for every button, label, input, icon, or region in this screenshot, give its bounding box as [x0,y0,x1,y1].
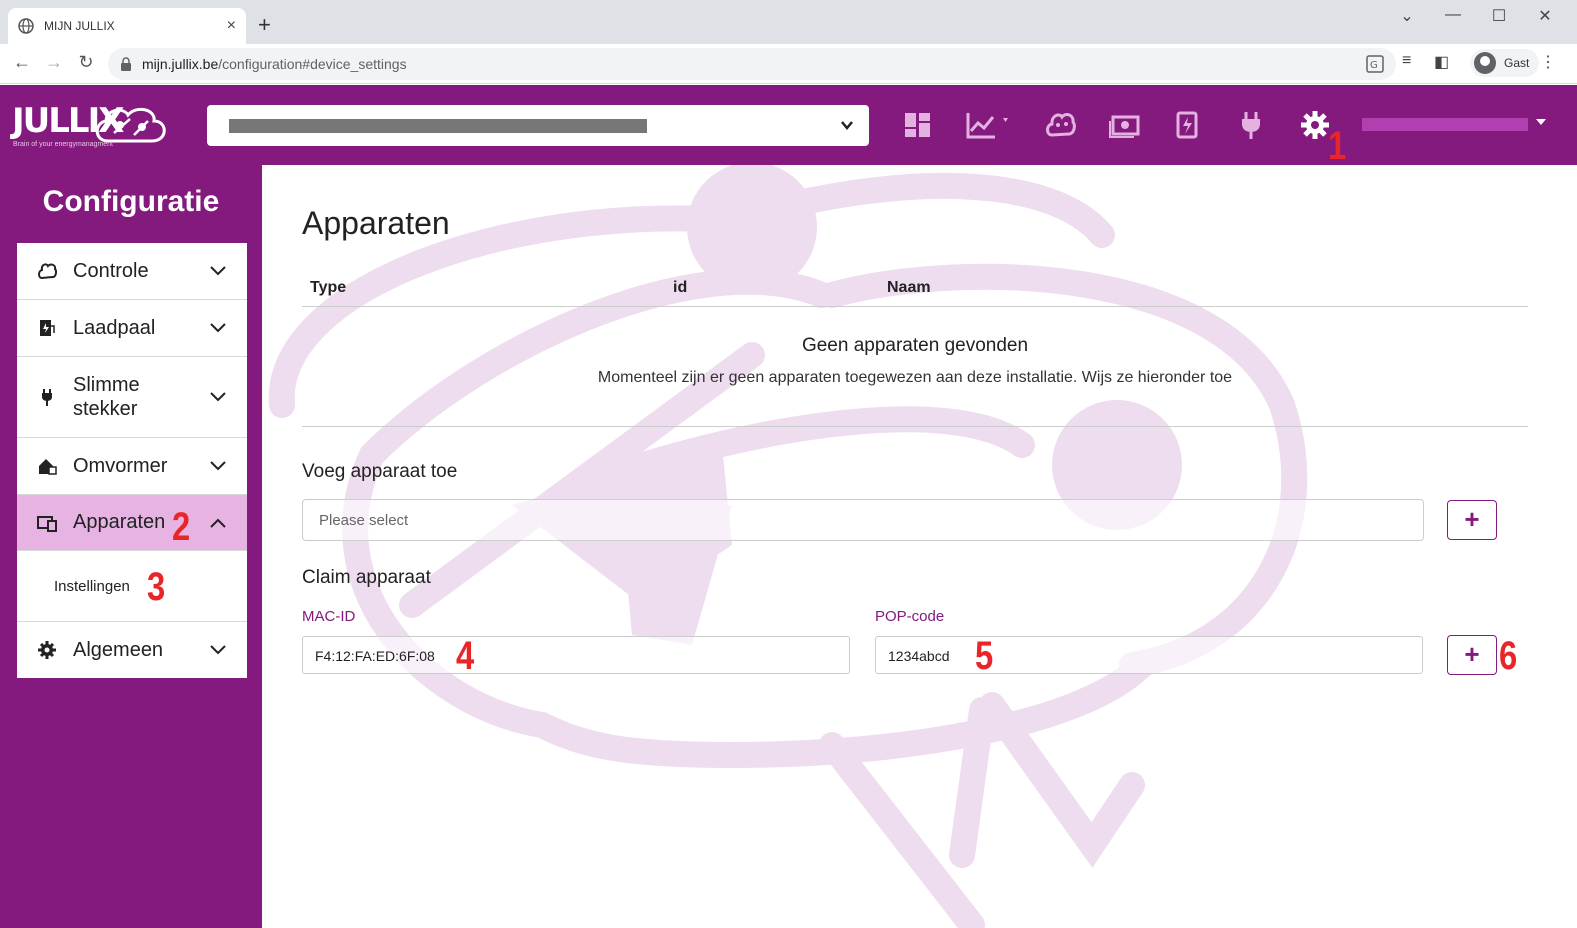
profile-name: Gast [1504,56,1530,70]
charging-station-icon [40,320,55,336]
page-title: Apparaten [302,205,450,241]
back-icon[interactable]: ← [10,52,34,73]
translate-icon[interactable]: G [1366,55,1384,73]
sidebar-item-slimme-stekker[interactable]: Slimme stekker [17,357,247,438]
sidebar-item-apparaten[interactable]: Apparaten 2 [17,495,247,551]
sidebar-item-label: Apparaten [73,511,166,533]
url-path: /configuration#device_settings [218,56,407,72]
reload-icon[interactable]: ↻ [74,52,98,73]
annotation-6: 6 [1499,634,1518,678]
chevron-down-icon [210,266,226,276]
annotation-1: 1 [1328,124,1347,168]
gear-icon [38,641,56,659]
chevron-up-icon [210,518,226,528]
sidebar-item-label: Controle [73,259,149,282]
device-type-select[interactable]: Please select [302,499,1424,541]
reading-list-icon[interactable]: ≡ [1402,52,1411,70]
empty-title: Geen apparaten gevonden [801,335,1029,356]
mac-id-value: F4:12:FA:ED:6F:08 [315,648,435,664]
user-dropdown-caret-icon[interactable] [1536,119,1546,125]
chevron-down-icon [210,392,226,402]
sidebar-subitem-instellingen[interactable]: Instellingen 3 [17,551,247,622]
sidebar-item-label: Algemeen [73,638,164,661]
devices-icon [37,515,57,532]
svg-text:G: G [1370,60,1378,71]
jullix-logo[interactable]: JULLIX Brain of your energymanagment [12,101,172,151]
column-naam: Naam [887,279,931,296]
empty-message: Momenteel zijn er geen apparaten toegewe… [597,369,1233,386]
devices-table-empty: Geen apparaten gevonden Momenteel zijn e… [302,307,1528,427]
sidebar-item-omvormer[interactable]: Omvormer [17,438,247,495]
redacted-installation [229,119,647,133]
browser-titlebar: MIJN JULLIX × + ⌄ — ☐ ✕ [0,0,1577,44]
maximize-icon[interactable]: ☐ [1484,6,1514,26]
url-domain: mijn.jullix.be [142,56,219,72]
chevron-down-icon [841,121,853,130]
globe-icon [18,18,34,34]
tab-search-icon[interactable]: ⌄ [1392,6,1422,26]
select-placeholder: Please select [319,512,409,529]
redacted-user-name[interactable] [1362,118,1528,131]
pop-code-value: 1234abcd [888,648,950,664]
add-device-button[interactable]: + [1447,500,1497,540]
main-content: Apparaten Type id Naam Geen apparaten ge… [262,165,1577,928]
add-device-title: Voeg apparaat toe [302,461,458,482]
column-id: id [673,279,688,296]
money-icon[interactable] [1108,109,1140,141]
lock-icon [121,57,131,71]
sidebar-menu: Controle Laadpaal Slimme stekker Omvorme… [17,243,247,678]
sidebar-item-algemeen[interactable]: Algemeen [17,622,247,678]
sidebar-item-label: Omvormer [73,454,168,477]
address-bar[interactable]: mijn.jullix.be/configuration#device_sett… [108,48,1396,80]
menu-dots-icon[interactable]: ⋮ [1540,52,1556,72]
annotation-4: 4 [456,634,475,678]
profile-button[interactable]: Gast [1470,49,1540,77]
close-window-icon[interactable]: ✕ [1530,6,1560,26]
chevron-down-icon [210,461,226,471]
claim-device-button[interactable]: + [1447,635,1497,675]
mac-id-input[interactable]: F4:12:FA:ED:6F:08 [302,636,850,674]
annotation-3: 3 [147,565,166,609]
gear-icon[interactable] [1299,109,1331,141]
sidebar-title: Configuratie [42,185,220,218]
charging-station-icon[interactable] [1172,109,1204,141]
dashboard-icon[interactable] [902,109,934,141]
tab-close-icon[interactable]: × [227,17,236,35]
solar-house-icon [39,459,57,475]
mac-id-label: MAC-ID [302,608,356,625]
chevron-down-icon [210,645,226,655]
logo-subtitle: Brain of your energymanagment [13,141,113,148]
sidebar-item-label: Laadpaal [73,316,156,339]
brain-icon [38,263,57,280]
sidebar-item-laadpaal[interactable]: Laadpaal [17,300,247,357]
chart-dropdown-icon[interactable] [965,109,1015,141]
submenu-label: Instellingen [54,577,130,595]
browser-toolbar: ← → ↻ mijn.jullix.be/configuration#devic… [0,44,1577,84]
minimize-icon[interactable]: — [1438,6,1468,24]
pop-code-label: POP-code [875,608,945,625]
pop-code-input[interactable]: 1234abcd [875,636,1423,674]
devices-table-header: Type id Naam [302,275,1528,307]
annotation-2: 2 [172,505,191,549]
sidebar-item-controle[interactable]: Controle [17,243,247,300]
sidebar: Configuratie Controle Laadpaal Slimme st… [0,165,262,928]
claim-device-title: Claim apparaat [302,567,431,588]
brain-icon[interactable] [1044,109,1076,141]
plug-icon[interactable] [1235,109,1267,141]
annotation-5: 5 [975,634,994,678]
side-panel-icon[interactable]: ◧ [1434,52,1449,72]
sidebar-item-label: Slimme stekker [73,374,140,420]
installation-select[interactable] [207,105,869,146]
new-tab-button[interactable]: + [258,12,271,38]
chevron-down-icon [210,323,226,333]
browser-tab[interactable]: MIJN JULLIX × [8,8,246,44]
forward-icon[interactable]: → [42,52,66,73]
avatar [1474,52,1496,74]
column-type: Type [310,279,347,296]
tab-title: MIJN JULLIX [44,19,115,33]
plug-icon [42,389,52,406]
